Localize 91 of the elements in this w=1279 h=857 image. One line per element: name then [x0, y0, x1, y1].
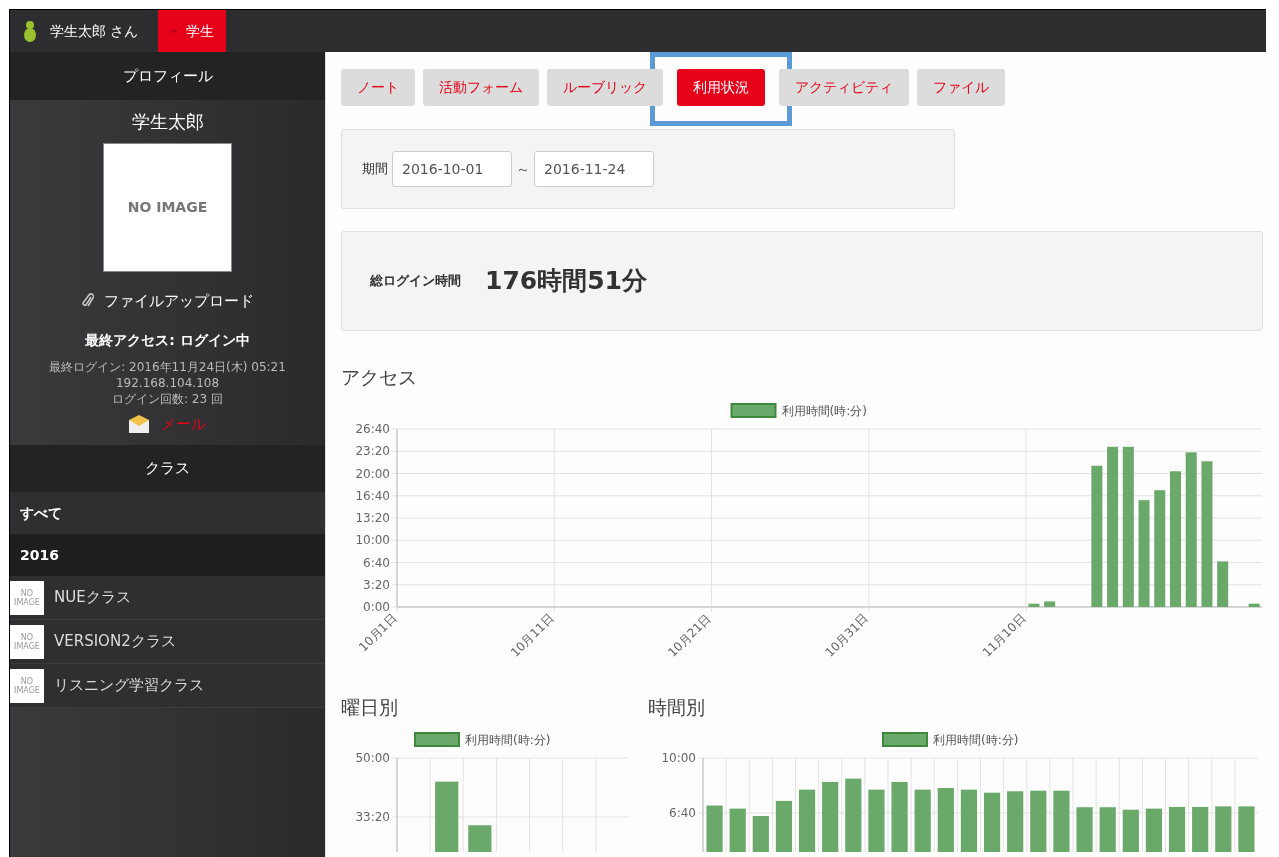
section-header: クラス — [10, 445, 325, 492]
tab[interactable]: 活動フォーム — [423, 69, 539, 106]
role-button[interactable]: 学生 — [158, 10, 227, 52]
chart-bar — [1099, 807, 1116, 852]
axis-label: 3:20 — [363, 577, 390, 592]
chart-bar — [1145, 808, 1163, 852]
chart-bar — [468, 825, 492, 852]
chart-bar — [1122, 809, 1139, 852]
legend-label: 利用時間(時:分) — [781, 403, 867, 418]
chart-bar — [752, 816, 769, 852]
user-icon — [24, 20, 36, 42]
chart-bar — [729, 808, 746, 852]
chart-bar — [1007, 791, 1024, 852]
chart-bar — [1238, 806, 1255, 852]
class-name: リスニング学習クラス — [54, 675, 204, 697]
chart-bar — [1030, 790, 1047, 852]
chart-bar — [983, 792, 1001, 852]
tab[interactable]: ファイル — [917, 69, 1005, 106]
class-name: NUEクラス — [54, 587, 131, 609]
envelope-icon — [129, 414, 149, 433]
class-thumbnail: NO IMAGE — [10, 668, 44, 703]
class-thumbnail: NO IMAGE — [10, 580, 44, 615]
tab[interactable]: ルーブリック — [547, 69, 663, 106]
chart-bar — [1028, 603, 1040, 607]
axis-label: 23:20 — [355, 443, 390, 458]
chart-legend: 利用時間(時:分) — [730, 402, 867, 418]
axis-label: 50:00 — [355, 751, 390, 765]
chart-legend: 利用時間(時:分) — [414, 732, 551, 747]
period-label: 期間 — [362, 160, 388, 179]
chart-bar — [822, 781, 839, 852]
axis-label: 16:40 — [355, 488, 390, 503]
user-name: 学生太郎 さん — [50, 21, 139, 41]
class-thumbnail: NO IMAGE — [10, 624, 44, 659]
tab[interactable]: ノート — [341, 69, 415, 106]
class-item[interactable]: NO IMAGE VERSION2クラス — [10, 620, 325, 664]
class-item[interactable]: NO IMAGE リスニング学習クラス — [10, 664, 325, 708]
axis-label: 10:00 — [355, 532, 390, 547]
ip-address: 192.168.104.108 — [115, 374, 220, 391]
chart-bar — [798, 789, 816, 852]
chart-bar — [775, 800, 793, 852]
total-value: 176時間51分 — [485, 265, 647, 298]
axis-label: 10月31日 — [822, 610, 871, 660]
chart-bar — [914, 789, 931, 852]
class-group[interactable]: すべて — [10, 492, 325, 534]
chart-title: 曜日別 — [341, 694, 399, 720]
range-separator: ～ — [516, 159, 530, 179]
tab[interactable]: アクティビティ — [779, 69, 909, 106]
axis-label: 6:40 — [669, 806, 696, 820]
chart-bar — [1044, 600, 1056, 607]
login-count: ログイン回数: 23 回 — [112, 390, 223, 407]
class-name: VERSION2クラス — [54, 631, 176, 653]
axis-label: 33:20 — [355, 810, 390, 824]
last-login: 最終ログイン: 2016年11月24日(木) 05:21 — [49, 358, 286, 375]
axis-label: 11月10日 — [979, 610, 1029, 660]
axis-label: 20:00 — [355, 466, 390, 480]
date-field[interactable]: 2016-10-01 — [392, 151, 512, 187]
axis-label: 13:20 — [355, 510, 390, 525]
profile-name: 学生太郎 — [131, 110, 204, 134]
chart-bar — [1168, 806, 1186, 852]
class-item[interactable]: NO IMAGE NUEクラス — [10, 576, 325, 620]
date-field[interactable]: 2016-11-24 — [534, 151, 654, 187]
chart-bar — [960, 789, 978, 852]
axis-label: 10月21日 — [665, 610, 714, 660]
axis-label: 6:40 — [363, 555, 390, 569]
axis-label: 26:40 — [355, 421, 390, 436]
chart-bar — [435, 781, 459, 852]
upload-link[interactable]: ファイルアップロード — [81, 290, 254, 313]
axis-label: 10月11日 — [507, 610, 557, 660]
last-access: 最終アクセス: ログイン中 — [85, 330, 250, 350]
legend-label: 利用時間(時:分) — [933, 733, 1019, 747]
chart-title: 時間別 — [648, 694, 706, 720]
legend-label: 利用時間(時:分) — [465, 733, 551, 747]
chart-legend: 利用時間(時:分) — [882, 732, 1019, 747]
placeholder-text: NO IMAGE — [127, 198, 208, 217]
chart-title: アクセス — [341, 365, 418, 390]
caret-icon — [170, 28, 179, 34]
class-group[interactable]: 2016 — [10, 534, 325, 576]
chart-bar — [706, 805, 723, 852]
section-header: プロフィール — [10, 52, 325, 100]
tab[interactable]: 利用状況 — [677, 69, 765, 106]
axis-label: 10:00 — [661, 751, 696, 765]
chart-bar — [1076, 807, 1093, 852]
chart-bar — [891, 781, 908, 852]
total-label: 総ログイン時間 — [370, 272, 461, 291]
chart-bar — [1215, 806, 1232, 852]
chart-bar — [1248, 603, 1260, 607]
chart-bar — [1053, 790, 1070, 852]
chart-bar — [1192, 806, 1209, 852]
chart-bar — [1217, 560, 1229, 607]
chart-bar — [868, 789, 885, 852]
chart-bar — [937, 788, 954, 852]
